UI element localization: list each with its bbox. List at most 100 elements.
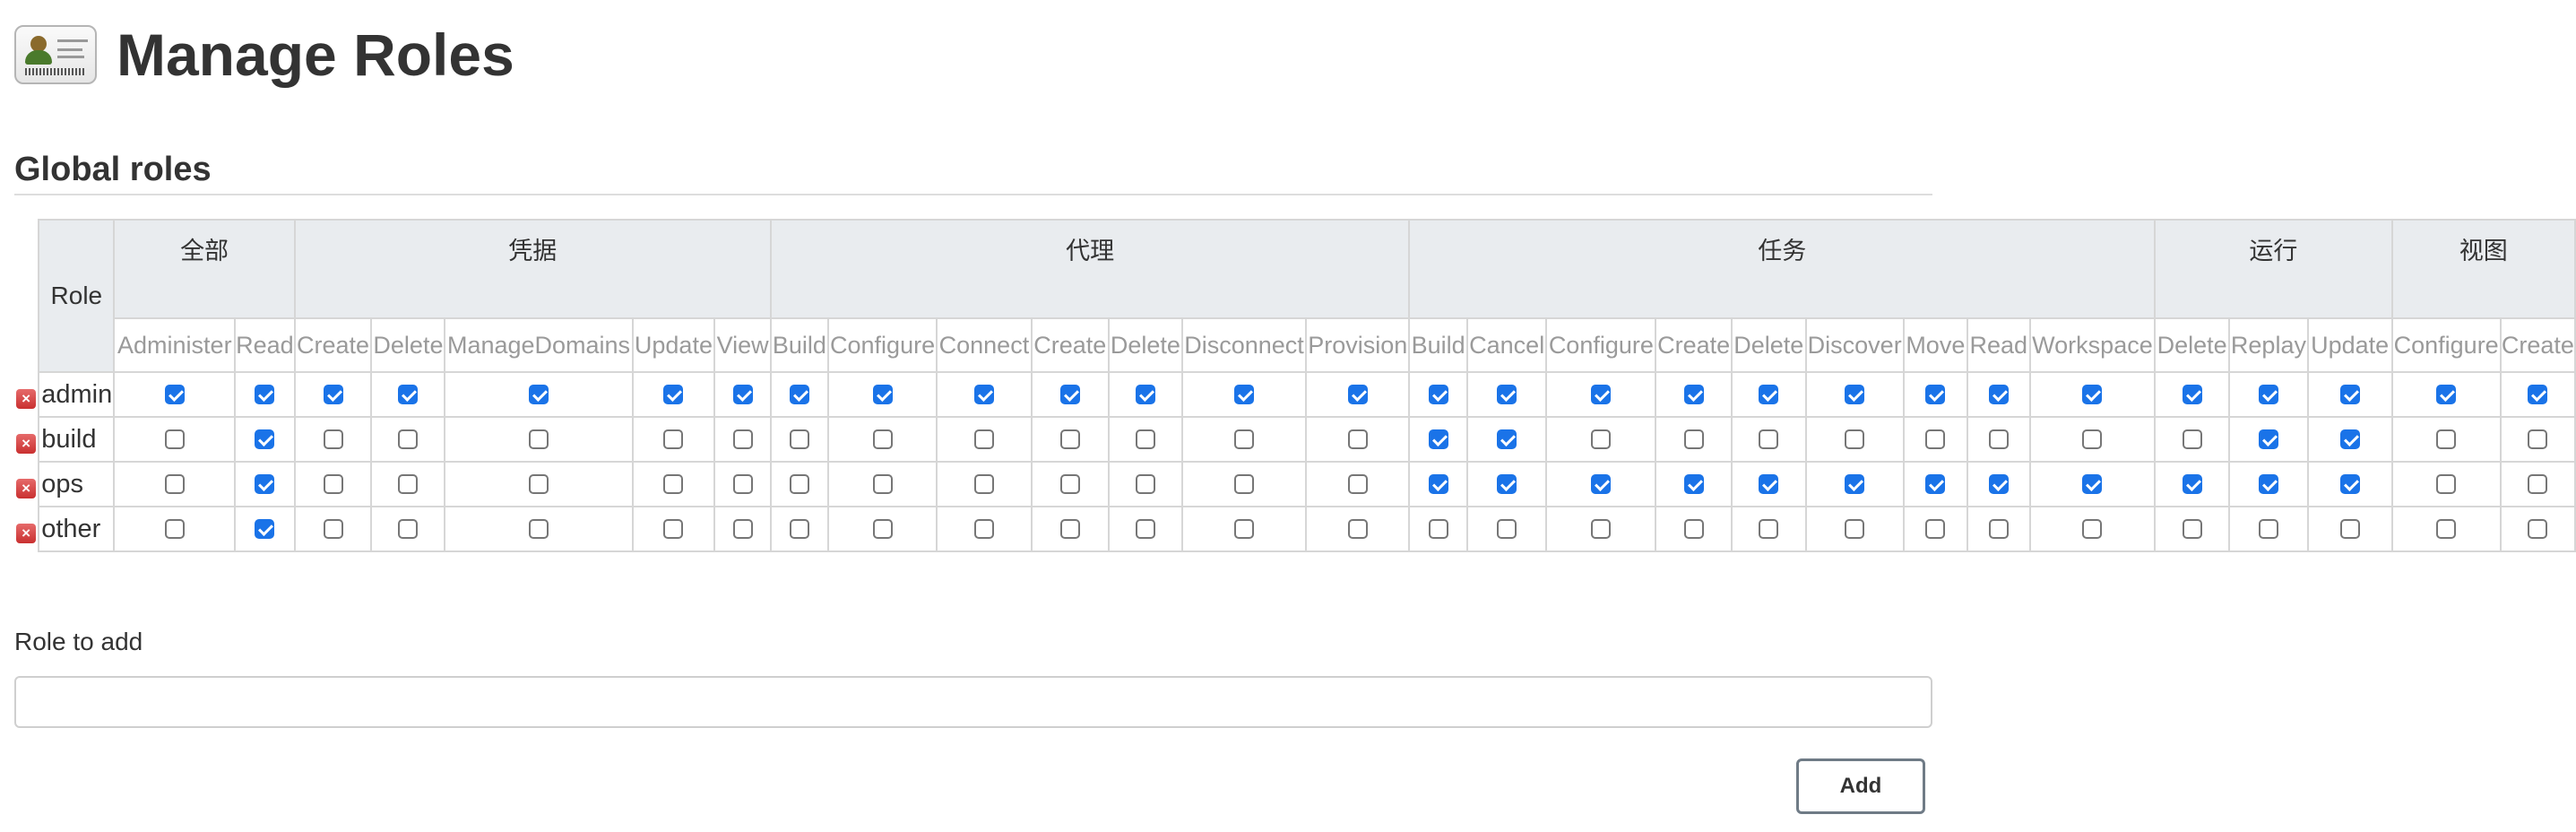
permission-checkbox[interactable] — [1683, 519, 1704, 539]
permission-checkbox[interactable] — [1591, 429, 1612, 449]
permission-checkbox[interactable] — [1059, 429, 1080, 449]
permission-checkbox[interactable] — [1059, 385, 1080, 404]
permission-checkbox[interactable] — [323, 385, 343, 404]
permission-checkbox[interactable] — [1428, 474, 1448, 494]
permission-checkbox[interactable] — [663, 519, 684, 539]
permission-checkbox[interactable] — [1135, 429, 1155, 449]
permission-checkbox[interactable] — [2339, 385, 2360, 404]
permission-checkbox[interactable] — [1059, 474, 1080, 494]
role-to-add-input[interactable] — [14, 676, 1932, 728]
add-button[interactable]: Add — [1796, 758, 1925, 814]
permission-checkbox[interactable] — [1234, 385, 1255, 404]
permission-checkbox[interactable] — [1683, 474, 1704, 494]
permission-checkbox[interactable] — [1988, 474, 2009, 494]
permission-checkbox[interactable] — [398, 519, 419, 539]
permission-checkbox[interactable] — [1135, 474, 1155, 494]
permission-checkbox[interactable] — [2082, 385, 2103, 404]
permission-checkbox[interactable] — [1428, 385, 1448, 404]
permission-checkbox[interactable] — [323, 429, 343, 449]
permission-checkbox[interactable] — [2436, 519, 2457, 539]
permission-checkbox[interactable] — [2258, 429, 2278, 449]
permission-checkbox[interactable] — [1925, 429, 1946, 449]
permission-checkbox[interactable] — [2182, 429, 2202, 449]
delete-x-icon[interactable]: × — [16, 389, 37, 409]
permission-checkbox[interactable] — [1497, 519, 1517, 539]
permission-checkbox[interactable] — [529, 385, 549, 404]
permission-checkbox[interactable] — [164, 519, 185, 539]
permission-checkbox[interactable] — [1234, 429, 1255, 449]
permission-checkbox[interactable] — [2082, 474, 2103, 494]
permission-checkbox[interactable] — [1925, 519, 1946, 539]
permission-checkbox[interactable] — [1591, 474, 1612, 494]
permission-checkbox[interactable] — [2339, 474, 2360, 494]
permission-checkbox[interactable] — [1988, 519, 2009, 539]
permission-checkbox[interactable] — [1683, 385, 1704, 404]
permission-checkbox[interactable] — [1428, 519, 1448, 539]
permission-checkbox[interactable] — [872, 474, 893, 494]
permission-checkbox[interactable] — [529, 429, 549, 449]
permission-checkbox[interactable] — [872, 429, 893, 449]
permission-checkbox[interactable] — [1925, 474, 1946, 494]
permission-checkbox[interactable] — [2528, 474, 2548, 494]
permission-checkbox[interactable] — [1759, 429, 1779, 449]
permission-checkbox[interactable] — [1845, 519, 1865, 539]
permission-checkbox[interactable] — [1234, 519, 1255, 539]
permission-checkbox[interactable] — [1759, 385, 1779, 404]
permission-checkbox[interactable] — [1428, 429, 1448, 449]
permission-checkbox[interactable] — [2528, 429, 2548, 449]
permission-checkbox[interactable] — [1135, 385, 1155, 404]
permission-checkbox[interactable] — [1845, 429, 1865, 449]
permission-checkbox[interactable] — [2182, 519, 2202, 539]
permission-checkbox[interactable] — [1925, 385, 1946, 404]
delete-x-icon[interactable]: × — [16, 479, 37, 498]
permission-checkbox[interactable] — [164, 429, 185, 449]
permission-checkbox[interactable] — [529, 474, 549, 494]
permission-checkbox[interactable] — [255, 519, 275, 539]
permission-checkbox[interactable] — [732, 519, 753, 539]
permission-checkbox[interactable] — [732, 429, 753, 449]
permission-checkbox[interactable] — [2339, 429, 2360, 449]
permission-checkbox[interactable] — [1347, 519, 1368, 539]
permission-checkbox[interactable] — [789, 474, 809, 494]
permission-checkbox[interactable] — [255, 385, 275, 404]
permission-checkbox[interactable] — [398, 385, 419, 404]
permission-checkbox[interactable] — [1591, 385, 1612, 404]
permission-checkbox[interactable] — [973, 429, 994, 449]
permission-checkbox[interactable] — [2182, 385, 2202, 404]
permission-checkbox[interactable] — [2182, 474, 2202, 494]
permission-checkbox[interactable] — [2436, 429, 2457, 449]
permission-checkbox[interactable] — [1845, 474, 1865, 494]
permission-checkbox[interactable] — [1988, 429, 2009, 449]
permission-checkbox[interactable] — [1759, 519, 1779, 539]
permission-checkbox[interactable] — [663, 429, 684, 449]
permission-checkbox[interactable] — [1347, 429, 1368, 449]
permission-checkbox[interactable] — [1759, 474, 1779, 494]
permission-checkbox[interactable] — [789, 385, 809, 404]
permission-checkbox[interactable] — [1347, 474, 1368, 494]
permission-checkbox[interactable] — [872, 385, 893, 404]
permission-checkbox[interactable] — [2436, 385, 2457, 404]
permission-checkbox[interactable] — [663, 385, 684, 404]
permission-checkbox[interactable] — [1234, 474, 1255, 494]
delete-x-icon[interactable]: × — [16, 524, 37, 543]
permission-checkbox[interactable] — [529, 519, 549, 539]
permission-checkbox[interactable] — [2528, 385, 2548, 404]
permission-checkbox[interactable] — [1988, 385, 2009, 404]
permission-checkbox[interactable] — [2258, 474, 2278, 494]
permission-checkbox[interactable] — [1683, 429, 1704, 449]
permission-checkbox[interactable] — [1497, 385, 1517, 404]
permission-checkbox[interactable] — [164, 385, 185, 404]
permission-checkbox[interactable] — [973, 474, 994, 494]
permission-checkbox[interactable] — [732, 385, 753, 404]
roles-table-container[interactable]: Role 全部 凭据 代理 任务 运行 视图 Administer Read Create De… — [14, 219, 2576, 552]
permission-checkbox[interactable] — [323, 474, 343, 494]
permission-checkbox[interactable] — [2436, 474, 2457, 494]
permission-checkbox[interactable] — [732, 474, 753, 494]
permission-checkbox[interactable] — [663, 474, 684, 494]
permission-checkbox[interactable] — [973, 385, 994, 404]
permission-checkbox[interactable] — [1347, 385, 1368, 404]
permission-checkbox[interactable] — [973, 519, 994, 539]
permission-checkbox[interactable] — [1845, 385, 1865, 404]
permission-checkbox[interactable] — [1497, 474, 1517, 494]
permission-checkbox[interactable] — [2082, 429, 2103, 449]
